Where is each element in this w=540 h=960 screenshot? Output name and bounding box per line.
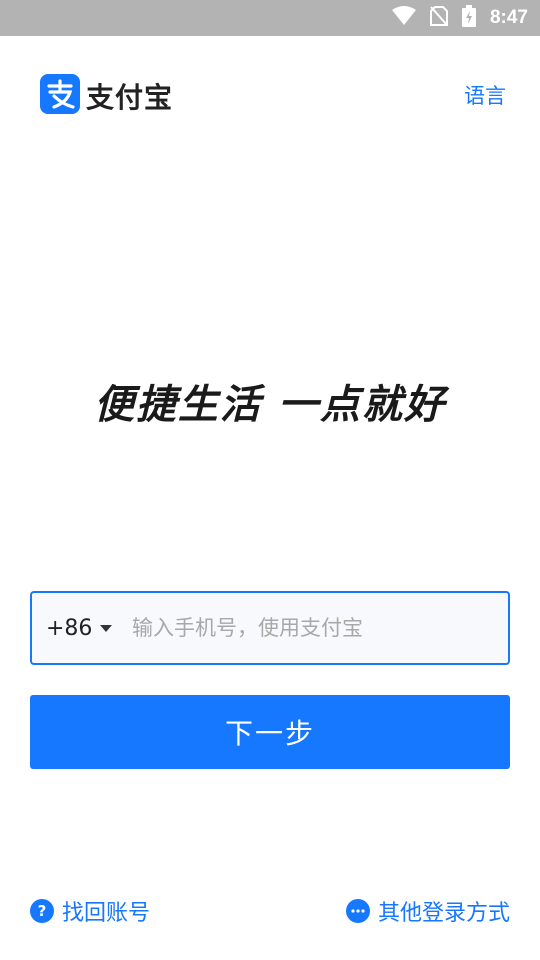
country-code-label: +86 bbox=[46, 615, 93, 641]
slogan: 便捷生活 一点就好 bbox=[94, 382, 446, 428]
country-code-selector[interactable]: +86 bbox=[32, 616, 132, 641]
phone-number-input[interactable] bbox=[132, 592, 508, 664]
other-login-link[interactable]: 其他登录方式 bbox=[345, 896, 510, 926]
wifi-icon bbox=[391, 6, 416, 30]
next-button[interactable]: 下一步 bbox=[30, 695, 510, 769]
phone-input-box: +86 bbox=[30, 591, 510, 665]
battery-charging-icon bbox=[461, 5, 476, 31]
alipay-logo-icon bbox=[40, 74, 80, 118]
help-icon: ? bbox=[30, 899, 54, 923]
caret-down-icon bbox=[100, 624, 113, 632]
status-icons: 8:47 bbox=[391, 0, 528, 36]
more-icon bbox=[345, 899, 370, 923]
status-time: 8:47 bbox=[489, 7, 528, 28]
alipay-logo: 支付宝 bbox=[40, 74, 174, 118]
recover-account-link[interactable]: ? 找回账号 bbox=[30, 896, 150, 926]
language-link[interactable]: 语言 bbox=[464, 80, 506, 110]
logo-text: 支付宝 bbox=[86, 81, 174, 114]
other-login-label: 其他登录方式 bbox=[377, 901, 510, 926]
status-bar: 8:47 bbox=[0, 0, 540, 36]
recover-account-label: 找回账号 bbox=[62, 901, 151, 926]
no-sim-icon bbox=[429, 6, 448, 30]
